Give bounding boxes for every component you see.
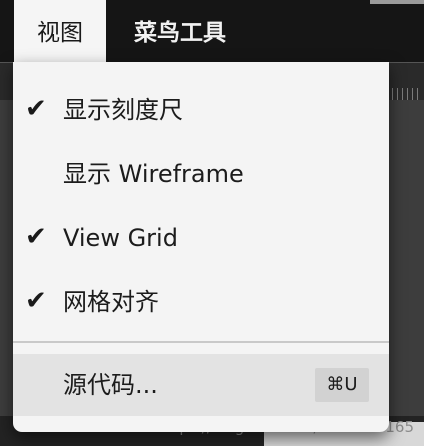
- menubar: 视图 菜鸟工具: [0, 0, 424, 62]
- menu-item-view-grid[interactable]: ✔ View Grid: [13, 213, 389, 263]
- menu-item-label: View Grid: [63, 224, 178, 252]
- menu-runoob-tools[interactable]: 菜鸟工具: [134, 0, 226, 62]
- menu-item-source-code[interactable]: 源代码... ⌘U: [13, 354, 389, 416]
- checkmark-icon: ✔: [25, 286, 47, 316]
- checkmark-icon: ✔: [25, 94, 47, 124]
- menu-separator: [13, 341, 389, 343]
- menu-item-label: 源代码...: [63, 371, 158, 399]
- menu-item-show-ruler[interactable]: ✔ 显示刻度尺: [13, 85, 389, 135]
- menu-item-snap-to-grid[interactable]: ✔ 网格对齐: [13, 277, 389, 327]
- menu-item-label: 显示刻度尺: [63, 96, 183, 124]
- app-window: 视图 菜鸟工具 https://blog.csdn.net/u013200165…: [0, 0, 424, 446]
- menu-view[interactable]: 视图: [14, 0, 106, 62]
- menu-item-label: 显示 Wireframe: [63, 160, 244, 188]
- checkmark-icon: ✔: [25, 222, 47, 252]
- menubar-edge: [370, 0, 424, 4]
- menu-item-label: 网格对齐: [63, 288, 159, 316]
- menu-item-show-wireframe[interactable]: 显示 Wireframe: [13, 149, 389, 199]
- shortcut-badge: ⌘U: [315, 368, 369, 402]
- view-dropdown-menu: ✔ 显示刻度尺 显示 Wireframe ✔ View Grid ✔ 网格对齐 …: [13, 62, 389, 432]
